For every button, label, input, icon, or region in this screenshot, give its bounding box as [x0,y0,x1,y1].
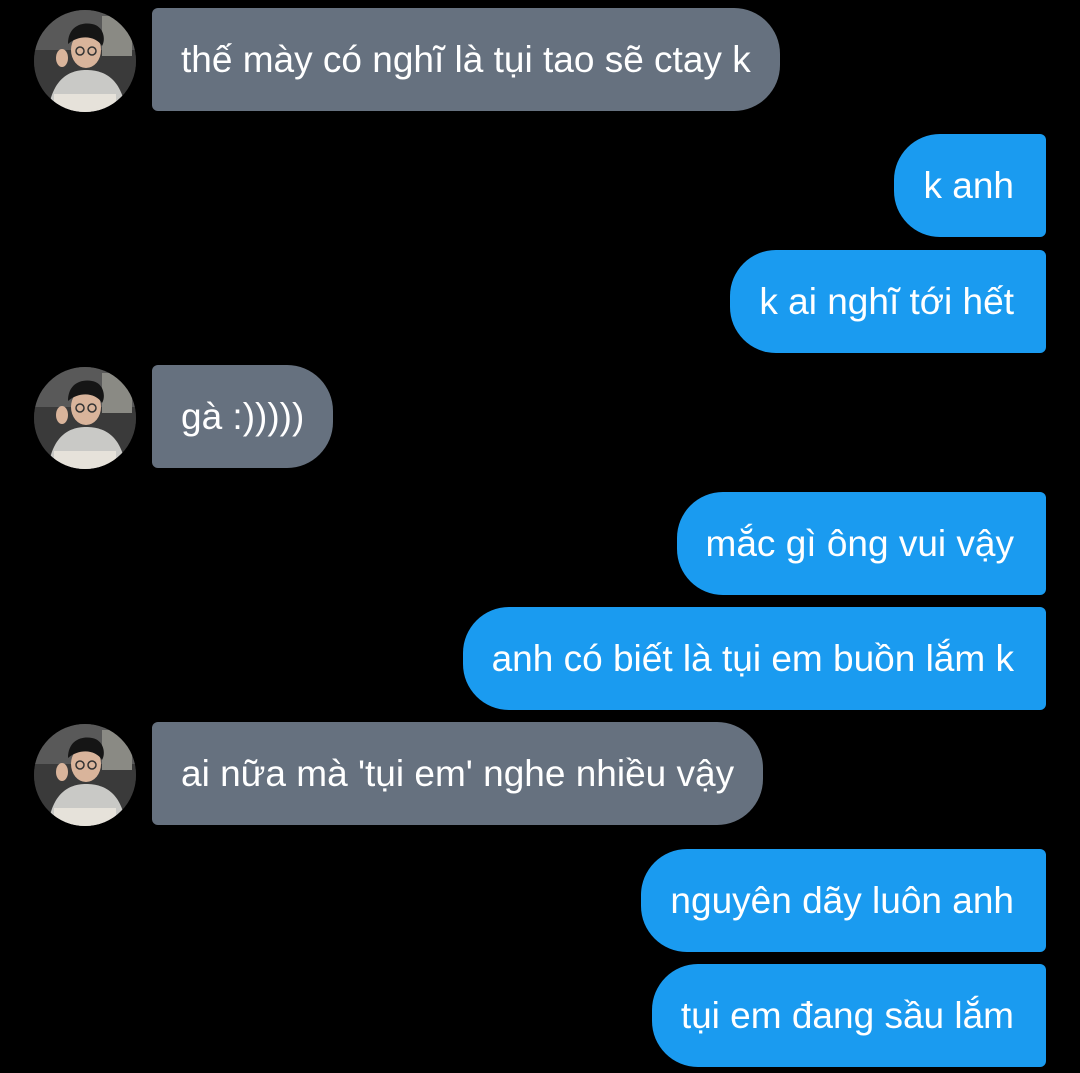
message-outgoing[interactable]: nguyên dãy luôn anh [641,849,1046,952]
contact-avatar[interactable] [34,10,136,112]
message-text: k ai nghĩ tới hết [759,281,1014,322]
message-text: thế mày có nghĩ là tụi tao sẽ ctay k [181,39,751,80]
contact-photo [34,724,136,826]
contact-avatar[interactable] [34,367,136,469]
message-text: tụi em đang sầu lắm [680,995,1014,1036]
message-text: nguyên dãy luôn anh [670,880,1014,921]
contact-photo [34,10,136,112]
chat-thread: thế mày có nghĩ là tụi tao sẽ ctay k k a… [0,0,1080,1073]
message-text: ai nữa mà 'tụi em' nghe nhiều vậy [181,753,735,794]
message-incoming[interactable]: ai nữa mà 'tụi em' nghe nhiều vậy [152,722,764,825]
message-outgoing[interactable]: anh có biết là tụi em buồn lắm k [462,607,1046,710]
message-text: gà :))))) [181,396,305,437]
message-text: k anh [923,165,1014,206]
message-text: anh có biết là tụi em buồn lắm k [491,638,1014,679]
message-outgoing[interactable]: k anh [894,134,1046,237]
message-outgoing[interactable]: tụi em đang sầu lắm [651,964,1046,1067]
message-outgoing[interactable]: k ai nghĩ tới hết [730,250,1046,353]
message-incoming[interactable]: gà :))))) [152,365,334,468]
contact-photo [34,367,136,469]
message-text: mắc gì ông vui vậy [705,523,1014,564]
contact-avatar[interactable] [34,724,136,826]
message-outgoing[interactable]: mắc gì ông vui vậy [676,492,1046,595]
message-incoming[interactable]: thế mày có nghĩ là tụi tao sẽ ctay k [152,8,780,111]
